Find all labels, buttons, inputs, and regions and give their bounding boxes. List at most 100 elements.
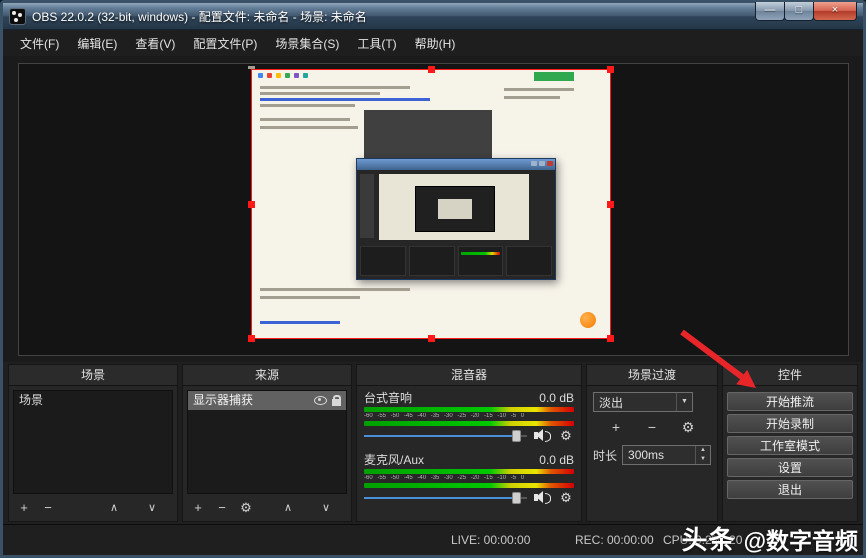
menu-tools[interactable]: 工具(T) — [348, 31, 405, 57]
chevron-down-icon[interactable]: ▼ — [676, 393, 692, 411]
add-transition-button[interactable]: + — [607, 418, 625, 436]
add-scene-button[interactable]: + — [15, 499, 33, 517]
remove-source-button[interactable]: − — [213, 499, 231, 517]
channel-settings-gear-icon[interactable]: ⚙ — [558, 491, 574, 505]
selection-handle[interactable] — [607, 66, 614, 73]
watermark: 头条 @数字音频 — [682, 520, 858, 557]
source-item-display-capture[interactable]: 显示器捕获 — [188, 391, 346, 410]
visibility-eye-icon[interactable] — [314, 396, 327, 405]
menu-scene-collection[interactable]: 场景集合(S) — [266, 31, 348, 57]
remove-transition-button[interactable]: − — [643, 418, 661, 436]
speaker-mute-icon[interactable] — [534, 491, 551, 504]
scene-down-button[interactable]: ∨ — [143, 499, 161, 517]
duration-value: 300ms — [623, 446, 695, 464]
nested-window-controls — [531, 161, 553, 166]
text-line — [260, 92, 380, 95]
add-source-button[interactable]: + — [189, 499, 207, 517]
exit-button[interactable]: 退出 — [727, 480, 853, 499]
text-line — [260, 104, 355, 107]
nested-preview — [379, 174, 529, 240]
remove-scene-button[interactable]: − — [39, 499, 57, 517]
menubar: 文件(F) 编辑(E) 查看(V) 配置文件(P) 场景集合(S) 工具(T) … — [3, 30, 863, 58]
text-line — [260, 296, 360, 299]
dock-area: 场景 场景 + − ∧ ∨ 来源 显示器捕获 + — [3, 362, 863, 526]
captured-browser-icons — [258, 73, 308, 78]
selection-handle[interactable] — [428, 335, 435, 342]
source-down-button[interactable]: ∨ — [317, 499, 335, 517]
window-title: OBS 22.0.2 (32-bit, windows) - 配置文件: 未命名… — [32, 8, 367, 25]
captured-dark-block — [364, 110, 492, 164]
nested-window-body — [357, 170, 555, 279]
start-recording-button[interactable]: 开始录制 — [727, 414, 853, 433]
volume-meter — [364, 483, 574, 488]
obs-window: OBS 22.0.2 (32-bit, windows) - 配置文件: 未命名… — [0, 0, 866, 558]
channel-level: 0.0 dB — [539, 453, 574, 468]
text-line — [260, 118, 350, 121]
duration-input[interactable]: 300ms ▲ ▼ — [622, 445, 711, 465]
volume-meter — [364, 469, 574, 474]
watermark-handle: @数字音频 — [744, 522, 858, 556]
source-up-button[interactable]: ∧ — [279, 499, 297, 517]
transition-properties-gear-icon[interactable]: ⚙ — [679, 418, 697, 436]
nested-dock-panels — [360, 246, 552, 276]
selection-handle[interactable] — [428, 66, 435, 73]
sources-toolbar: + − ⚙ ∧ ∨ — [189, 497, 345, 519]
stepper-up-icon[interactable]: ▲ — [696, 446, 710, 455]
captured-display-source[interactable] — [251, 69, 611, 339]
channel-name: 台式音响 — [364, 391, 412, 406]
sources-panel-title: 来源 — [183, 365, 351, 386]
close-button[interactable]: × — [813, 2, 857, 21]
studio-mode-button[interactable]: 工作室模式 — [727, 436, 853, 455]
duration-label: 时长 — [593, 447, 617, 464]
lock-icon[interactable] — [332, 399, 341, 406]
text-line — [260, 288, 410, 291]
channel-settings-gear-icon[interactable]: ⚙ — [558, 429, 574, 443]
duration-stepper: ▲ ▼ — [695, 446, 710, 464]
menu-view[interactable]: 查看(V) — [126, 31, 184, 57]
selection-handle[interactable] — [607, 335, 614, 342]
selection-handle[interactable] — [248, 201, 255, 208]
watermark-logo: 头条 — [682, 520, 736, 557]
controls-panel: 控件 开始推流 开始录制 工作室模式 设置 退出 — [722, 364, 858, 522]
preview-canvas[interactable] — [18, 63, 849, 356]
titlebar[interactable]: OBS 22.0.2 (32-bit, windows) - 配置文件: 未命名… — [3, 3, 863, 30]
speaker-mute-icon[interactable] — [534, 429, 551, 442]
controls-panel-title: 控件 — [723, 365, 857, 386]
scene-up-button[interactable]: ∧ — [105, 499, 123, 517]
selection-handle[interactable] — [248, 335, 255, 342]
menu-profile[interactable]: 配置文件(P) — [184, 31, 266, 57]
volume-slider[interactable] — [364, 428, 527, 443]
db-scale: -60 -55 -50 -45 -40 -35 -30 -25 -20 -15 … — [364, 413, 574, 420]
settings-button[interactable]: 设置 — [727, 458, 853, 477]
slider-knob[interactable] — [512, 492, 521, 504]
channel-level: 0.0 dB — [539, 391, 574, 406]
minimize-button[interactable]: — — [755, 2, 785, 21]
text-line — [260, 126, 358, 129]
selection-handle[interactable] — [248, 66, 255, 69]
start-streaming-button[interactable]: 开始推流 — [727, 392, 853, 411]
slider-knob[interactable] — [512, 430, 521, 442]
maximize-button[interactable]: □ — [784, 2, 814, 21]
mixer-body: 台式音响 0.0 dB -60 -55 -50 -45 -40 -35 -30 … — [364, 391, 574, 515]
menu-edit[interactable]: 编辑(E) — [68, 31, 126, 57]
transition-select[interactable]: 淡出 ▼ — [593, 392, 693, 412]
menu-help[interactable]: 帮助(H) — [406, 31, 465, 57]
sources-list[interactable]: 显示器捕获 — [187, 390, 347, 494]
db-scale: -60 -55 -50 -45 -40 -35 -30 -25 -20 -15 … — [364, 475, 574, 482]
scene-item[interactable]: 场景 — [14, 391, 172, 410]
live-time: LIVE: 00:00:00 — [451, 533, 530, 547]
source-properties-gear-icon[interactable]: ⚙ — [237, 499, 255, 517]
mixer-panel: 混音器 台式音响 0.0 dB -60 -55 -50 -45 -40 -35 … — [356, 364, 582, 522]
menu-file[interactable]: 文件(F) — [11, 31, 68, 57]
selection-handle[interactable] — [607, 201, 614, 208]
text-line — [260, 98, 430, 101]
transitions-panel-title: 场景过渡 — [587, 365, 717, 386]
stepper-down-icon[interactable]: ▼ — [696, 455, 710, 464]
scenes-list[interactable]: 场景 — [13, 390, 173, 494]
volume-meter — [364, 407, 574, 412]
text-line — [260, 86, 410, 89]
sources-panel: 来源 显示器捕获 + − ⚙ ∧ ∨ — [182, 364, 352, 522]
volume-slider[interactable] — [364, 490, 527, 505]
mixer-channel-desktop-audio: 台式音响 0.0 dB -60 -55 -50 -45 -40 -35 -30 … — [364, 391, 574, 443]
nested-sidebar — [360, 174, 374, 238]
